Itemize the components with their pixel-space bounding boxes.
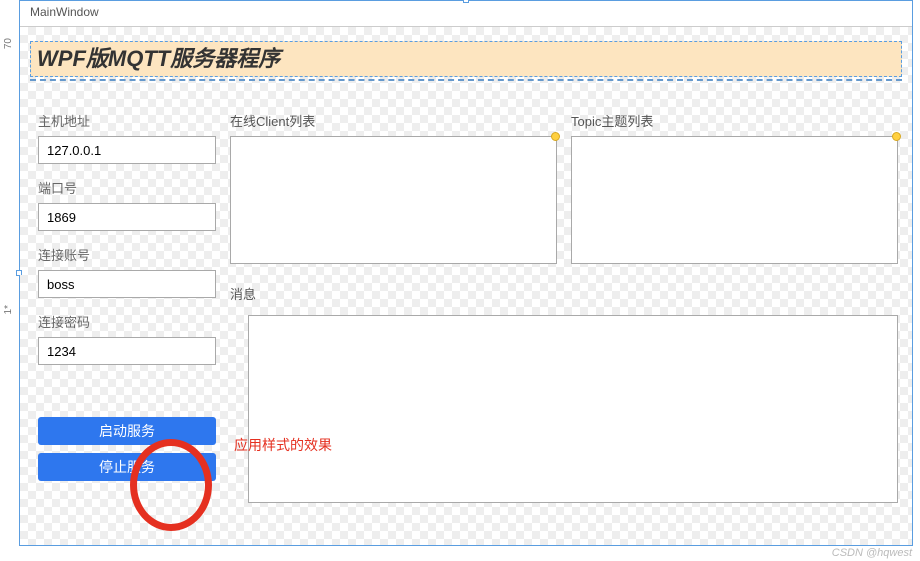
message-label: 消息 (230, 284, 256, 303)
account-label: 连接账号 (38, 245, 230, 264)
ruler-mark-70: 70 (3, 38, 14, 49)
window-title-bar: MainWindow (20, 1, 912, 27)
client-area: WPF版MQTT服务器程序 主机地址 端口号 连接账号 连接密码 (20, 27, 912, 545)
topic-list-panel: Topic主题列表 (571, 111, 898, 264)
settings-column: 主机地址 端口号 连接账号 连接密码 启动服务 停止服务 (20, 103, 230, 545)
account-field-group: 连接账号 (38, 245, 230, 298)
client-list-panel: 在线Client列表 (230, 111, 557, 264)
lightbulb-icon[interactable] (550, 131, 560, 143)
main-content-row: 主机地址 端口号 连接账号 连接密码 启动服务 停止服务 (20, 103, 912, 545)
monitor-column: 在线Client列表 Topic主题列表 消息 (230, 103, 912, 545)
port-input[interactable] (38, 203, 216, 231)
app-title-text: WPF版MQTT服务器程序 (37, 46, 280, 71)
window-title-text: MainWindow (30, 5, 99, 19)
topic-list-label: Topic主题列表 (571, 111, 898, 130)
app-title-banner: WPF版MQTT服务器程序 (30, 41, 902, 77)
message-box[interactable] (248, 315, 898, 503)
host-field-group: 主机地址 (38, 111, 230, 164)
ruler-mark-star: 1* (3, 305, 14, 314)
watermark-text: CSDN @hqwest (832, 547, 912, 559)
port-field-group: 端口号 (38, 178, 230, 231)
message-section: 消息 (230, 284, 898, 503)
client-list-box[interactable] (230, 136, 557, 264)
annotation-text: 应用样式的效果 (234, 435, 332, 455)
stop-service-button[interactable]: 停止服务 (38, 453, 216, 481)
password-label: 连接密码 (38, 312, 230, 331)
designer-row-divider (30, 79, 902, 81)
client-list-label: 在线Client列表 (230, 111, 557, 130)
port-label: 端口号 (38, 178, 230, 197)
account-input[interactable] (38, 270, 216, 298)
resize-handle-top[interactable] (463, 0, 469, 3)
host-input[interactable] (38, 136, 216, 164)
password-field-group: 连接密码 (38, 312, 230, 365)
lists-row: 在线Client列表 Topic主题列表 (230, 111, 898, 264)
start-service-button[interactable]: 启动服务 (38, 417, 216, 445)
lightbulb-icon[interactable] (891, 131, 901, 143)
password-input[interactable] (38, 337, 216, 365)
topic-list-box[interactable] (571, 136, 898, 264)
host-label: 主机地址 (38, 111, 230, 130)
designer-window-frame: MainWindow WPF版MQTT服务器程序 主机地址 端口号 连接账号 (19, 0, 913, 546)
service-button-group: 启动服务 停止服务 (38, 417, 230, 481)
